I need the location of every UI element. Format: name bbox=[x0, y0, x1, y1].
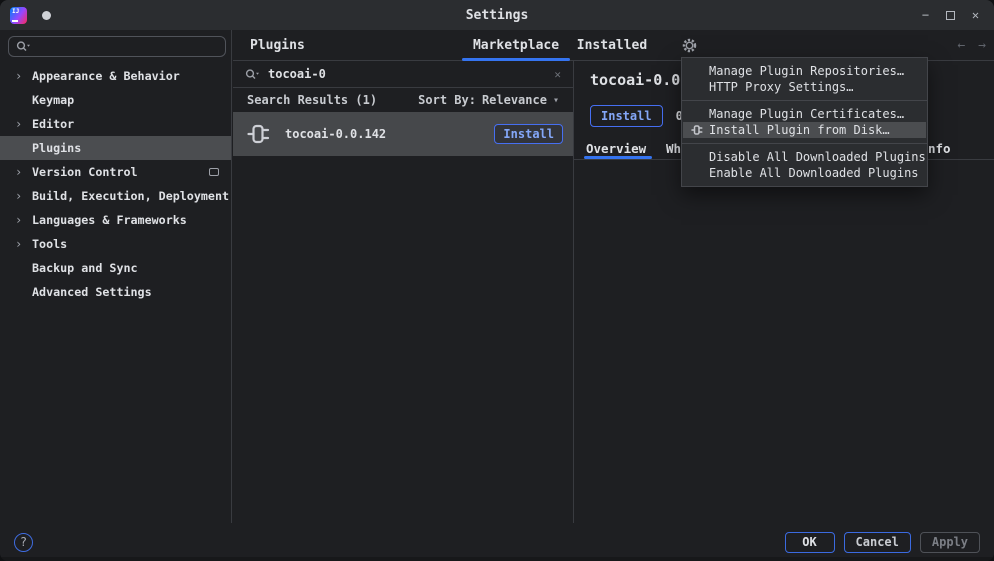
install-plugin-button[interactable]: Install bbox=[494, 124, 563, 144]
sidebar-item-keymap[interactable]: Keymap bbox=[0, 88, 231, 112]
ok-button[interactable]: OK bbox=[784, 531, 835, 553]
chevron-right-icon: › bbox=[15, 117, 23, 131]
sort-value: Relevance bbox=[481, 93, 547, 107]
sidebar-item-label: Version Control bbox=[32, 165, 138, 179]
sidebar-item-label: Build, Execution, Deployment bbox=[32, 189, 230, 203]
sidebar-item-appearance-behavior[interactable]: › Appearance & Behavior bbox=[0, 64, 231, 88]
marketplace-panel: tocoai-0 ✕ Search Results (1) Sort By: R… bbox=[233, 61, 574, 523]
intellij-logo-icon: IJ bbox=[10, 6, 27, 24]
minimize-button[interactable]: − bbox=[913, 0, 938, 30]
sidebar-item-languages-frameworks[interactable]: › Languages & Frameworks bbox=[0, 208, 231, 232]
gear-popup-menu: Manage Plugin Repositories… HTTP Proxy S… bbox=[681, 57, 928, 187]
details-install-button[interactable]: Install bbox=[590, 105, 663, 127]
menu-item-manage-plugin-certificates[interactable]: Manage Plugin Certificates… bbox=[682, 106, 927, 122]
sidebar-item-version-control[interactable]: › Version Control bbox=[0, 160, 231, 184]
settings-tree: › Appearance & Behavior Keymap › Editor … bbox=[0, 64, 231, 304]
menu-item-label: Install Plugin from Disk… bbox=[709, 123, 890, 137]
dialog-footer: ? OK Cancel Apply bbox=[0, 523, 994, 561]
chevron-down-icon: ▾ bbox=[552, 94, 559, 106]
settings-sidebar: › Appearance & Behavior Keymap › Editor … bbox=[0, 30, 232, 523]
sidebar-item-label: Editor bbox=[32, 117, 75, 131]
sidebar-item-build-execution-deployment[interactable]: › Build, Execution, Deployment bbox=[0, 184, 231, 208]
menu-separator bbox=[682, 143, 927, 144]
forward-arrow-icon[interactable]: → bbox=[978, 38, 986, 53]
gear-icon bbox=[682, 38, 697, 53]
modified-dot-icon bbox=[42, 10, 51, 20]
tab-overview[interactable]: Overview bbox=[583, 141, 653, 159]
menu-item-http-proxy-settings[interactable]: HTTP Proxy Settings… bbox=[682, 79, 927, 95]
search-icon bbox=[16, 41, 30, 51]
close-button[interactable]: ✕ bbox=[963, 0, 988, 30]
search-query-text: tocoai-0 bbox=[268, 67, 326, 81]
search-results-header: Search Results (1) Sort By: Relevance ▾ bbox=[233, 88, 573, 112]
sidebar-item-backup-and-sync[interactable]: Backup and Sync bbox=[0, 256, 231, 280]
sidebar-item-advanced-settings[interactable]: Advanced Settings bbox=[0, 280, 231, 304]
menu-item-install-plugin-from-disk[interactable]: Install Plugin from Disk… bbox=[683, 122, 926, 138]
tab-marketplace[interactable]: Marketplace bbox=[462, 30, 570, 61]
search-icon bbox=[245, 68, 259, 79]
install-from-disk-icon bbox=[691, 125, 703, 135]
plugin-plug-icon bbox=[247, 124, 270, 144]
footer-buttons: OK Cancel Apply bbox=[784, 531, 980, 553]
intellij-logo-bar bbox=[12, 19, 18, 22]
sidebar-item-editor[interactable]: › Editor bbox=[0, 112, 231, 136]
sidebar-item-plugins[interactable]: Plugins bbox=[0, 136, 231, 160]
chevron-right-icon: › bbox=[15, 69, 23, 83]
gear-menu-button[interactable] bbox=[681, 37, 699, 55]
tab-installed[interactable]: Installed bbox=[572, 30, 652, 60]
cancel-button[interactable]: Cancel bbox=[843, 531, 911, 553]
results-count-label: Search Results (1) bbox=[247, 93, 378, 107]
back-arrow-icon[interactable]: ← bbox=[957, 38, 965, 53]
clear-search-icon[interactable]: ✕ bbox=[554, 68, 561, 81]
menu-item-disable-all-downloaded-plugins[interactable]: Disable All Downloaded Plugins bbox=[682, 149, 927, 165]
page-title: Plugins bbox=[250, 37, 305, 53]
sort-dropdown[interactable]: Sort By: Relevance ▾ bbox=[418, 93, 559, 107]
menu-item-manage-plugin-repositories[interactable]: Manage Plugin Repositories… bbox=[682, 63, 927, 79]
marketplace-search-input[interactable]: tocoai-0 ✕ bbox=[233, 61, 573, 88]
sidebar-item-tools[interactable]: › Tools bbox=[0, 232, 231, 256]
intellij-logo-text: IJ bbox=[12, 7, 20, 15]
maximize-icon bbox=[946, 10, 955, 20]
chevron-right-icon: › bbox=[15, 237, 23, 251]
sort-label: Sort By: bbox=[418, 93, 476, 107]
sidebar-item-label: Keymap bbox=[32, 93, 75, 107]
sidebar-item-label: Languages & Frameworks bbox=[32, 213, 187, 227]
tab-whats-new[interactable]: Wh bbox=[666, 141, 681, 156]
modified-badge-icon bbox=[209, 168, 219, 176]
maximize-button[interactable] bbox=[938, 0, 963, 30]
window-controls: − ✕ bbox=[913, 0, 994, 30]
window-title: Settings bbox=[465, 7, 529, 23]
chevron-right-icon: › bbox=[15, 189, 23, 203]
chevron-right-icon: › bbox=[15, 165, 23, 179]
tab-additional-info[interactable]: nfo bbox=[928, 141, 951, 156]
window-bottom-edge bbox=[0, 557, 994, 561]
plugin-result-row[interactable]: tocoai-0.0.142 Install bbox=[233, 112, 573, 156]
settings-dialog: IJ Settings − ✕ › Appearance & Behavior bbox=[0, 0, 994, 561]
menu-separator bbox=[682, 100, 927, 101]
plugin-name: tocoai-0.0.142 bbox=[285, 127, 387, 141]
settings-search-input[interactable] bbox=[8, 36, 226, 57]
menu-item-enable-all-downloaded-plugins[interactable]: Enable All Downloaded Plugins bbox=[682, 165, 927, 181]
help-button[interactable]: ? bbox=[14, 532, 33, 552]
sidebar-item-label: Advanced Settings bbox=[32, 285, 152, 299]
sidebar-item-label: Plugins bbox=[32, 141, 82, 155]
chevron-right-icon: › bbox=[15, 213, 23, 227]
sidebar-item-label: Tools bbox=[32, 237, 68, 251]
apply-button[interactable]: Apply bbox=[919, 531, 980, 553]
history-nav: ← → bbox=[957, 30, 986, 60]
titlebar: IJ Settings − ✕ bbox=[0, 0, 994, 30]
sidebar-item-label: Appearance & Behavior bbox=[32, 69, 180, 83]
sidebar-item-label: Backup and Sync bbox=[32, 261, 138, 275]
